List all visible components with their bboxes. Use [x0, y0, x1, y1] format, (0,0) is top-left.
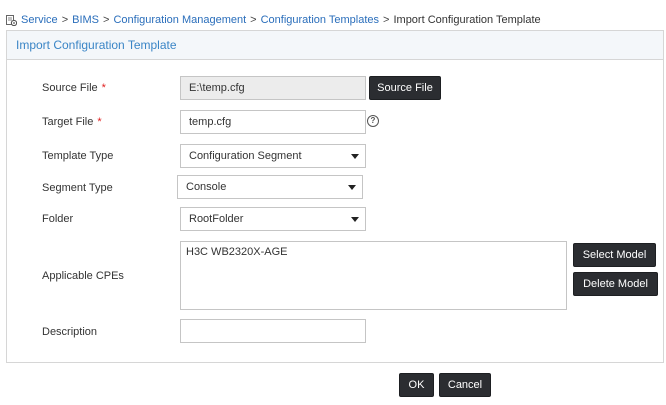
- target-file-label: Target File *: [42, 116, 102, 128]
- chevron-down-icon: [351, 154, 359, 159]
- breadcrumb: Service > BIMS > Configuration Managemen…: [6, 12, 541, 28]
- description-input[interactable]: [180, 319, 366, 343]
- chevron-down-icon: [348, 185, 356, 190]
- breadcrumb-bims-link[interactable]: BIMS: [72, 14, 99, 26]
- help-icon[interactable]: ?: [367, 115, 379, 127]
- list-item[interactable]: H3C WB2320X-AGE: [186, 246, 562, 258]
- select-model-button[interactable]: Select Model: [573, 243, 656, 267]
- template-type-value: Configuration Segment: [189, 150, 302, 162]
- breadcrumb-service-link[interactable]: Service: [21, 14, 58, 26]
- required-marker: *: [97, 116, 102, 128]
- template-type-label: Template Type: [42, 150, 114, 162]
- delete-model-button[interactable]: Delete Model: [573, 272, 658, 296]
- breadcrumb-separator: >: [61, 14, 69, 26]
- chevron-down-icon: [351, 217, 359, 222]
- source-file-label: Source File *: [42, 82, 106, 94]
- service-config-icon: [6, 14, 17, 26]
- source-file-button[interactable]: Source File: [369, 76, 441, 100]
- required-marker: *: [101, 82, 106, 94]
- folder-select[interactable]: RootFolder: [180, 207, 366, 231]
- breadcrumb-configuration-management-link[interactable]: Configuration Management: [113, 14, 246, 26]
- cancel-button[interactable]: Cancel: [439, 373, 491, 397]
- breadcrumb-separator: >: [383, 14, 390, 26]
- breadcrumb-configuration-templates-link[interactable]: Configuration Templates: [261, 14, 379, 26]
- folder-label: Folder: [42, 213, 74, 225]
- segment-type-label: Segment Type: [42, 182, 113, 194]
- ok-button[interactable]: OK: [399, 373, 434, 397]
- template-type-select[interactable]: Configuration Segment: [180, 144, 366, 168]
- panel-title: Import Configuration Template: [7, 31, 663, 60]
- applicable-cpes-list[interactable]: H3C WB2320X-AGE: [180, 241, 567, 310]
- target-file-input[interactable]: [180, 110, 366, 134]
- breadcrumb-separator: >: [103, 14, 110, 26]
- segment-type-select[interactable]: Console: [177, 175, 363, 199]
- description-label: Description: [42, 326, 98, 338]
- source-file-field[interactable]: E:\temp.cfg: [180, 76, 366, 100]
- segment-type-value: Console: [186, 181, 227, 193]
- applicable-cpes-label: Applicable CPEs: [42, 270, 124, 282]
- folder-value: RootFolder: [189, 213, 244, 225]
- breadcrumb-current: Import Configuration Template: [393, 14, 541, 26]
- source-file-label-text: Source File: [42, 82, 98, 94]
- target-file-label-text: Target File: [42, 116, 94, 128]
- breadcrumb-separator: >: [250, 14, 257, 26]
